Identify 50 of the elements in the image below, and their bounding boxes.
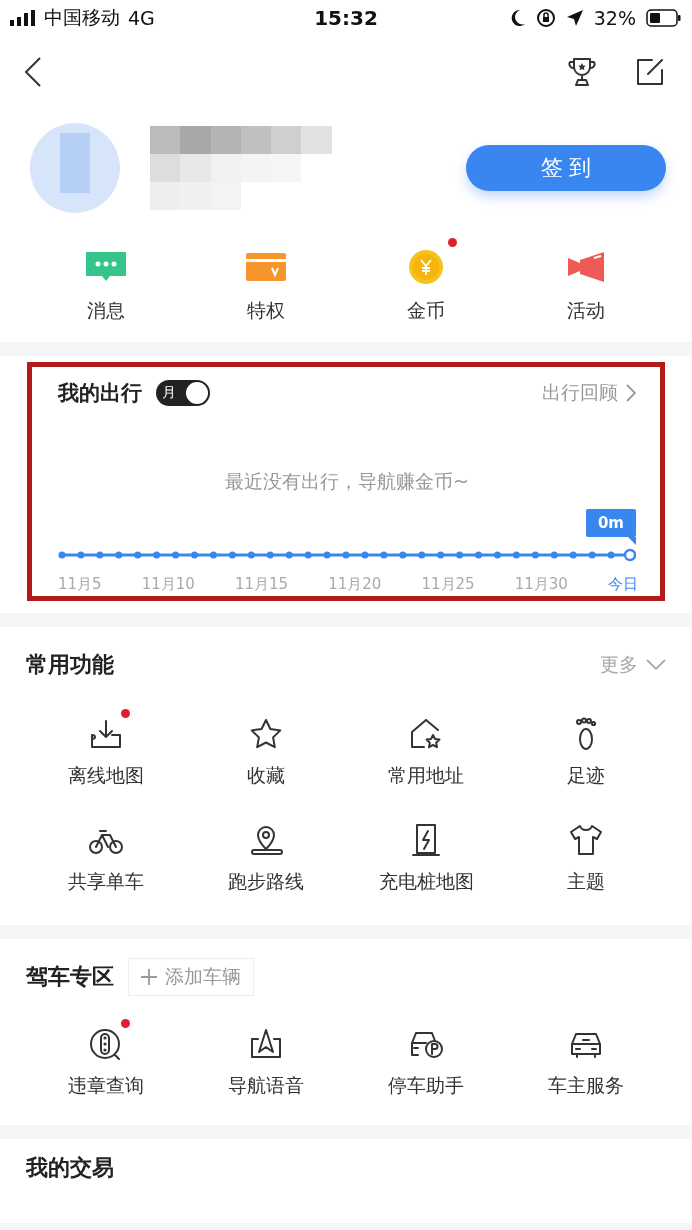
- menu-label[interactable]: 导航语音: [228, 1073, 304, 1099]
- date-label: 11月20: [328, 575, 382, 594]
- date-label: 11月25: [421, 575, 475, 594]
- date-label: 11月5: [58, 575, 102, 594]
- chevron-right-icon[interactable]: [626, 384, 636, 402]
- menu-label[interactable]: 离线地图: [68, 763, 144, 789]
- date-label: 11月10: [141, 575, 195, 594]
- location-pin-icon[interactable]: [248, 823, 284, 857]
- menu-label[interactable]: 金币: [407, 298, 445, 324]
- date-label: 11月15: [234, 575, 289, 594]
- download-map-icon[interactable]: [88, 717, 124, 751]
- menu-label[interactable]: 停车助手: [388, 1073, 464, 1099]
- menu-label[interactable]: 收藏: [247, 763, 285, 789]
- carrier-name: 中国移动: [44, 5, 120, 30]
- menu-label[interactable]: 特权: [247, 298, 285, 324]
- moon-icon: [509, 9, 526, 27]
- star-icon[interactable]: [248, 717, 284, 751]
- menu-label[interactable]: 消息: [87, 298, 125, 324]
- menu-label[interactable]: 活动: [567, 298, 605, 324]
- sign-in-button[interactable]: 签 到: [466, 145, 666, 191]
- menu-label[interactable]: 共享单车: [68, 869, 144, 895]
- edit-icon[interactable]: [636, 58, 664, 86]
- network-type: 4G: [128, 7, 155, 29]
- signal-icon: [10, 10, 36, 26]
- navigation-arrow-icon[interactable]: [248, 1027, 284, 1061]
- menu-label[interactable]: 足迹: [567, 763, 605, 789]
- battery-icon: [646, 9, 682, 27]
- section-title: 我的交易: [26, 1155, 114, 1180]
- section-title: 我的出行: [58, 380, 142, 407]
- menu-label[interactable]: 违章查询: [68, 1073, 144, 1099]
- date-label: 今日: [607, 575, 638, 594]
- month-toggle[interactable]: 月: [156, 380, 210, 406]
- menu-label[interactable]: 充电桩地图: [378, 869, 474, 895]
- section-title: 常用功能: [26, 651, 114, 679]
- menu-label[interactable]: 车主服务: [548, 1073, 624, 1099]
- date-label: 11月30: [514, 575, 568, 594]
- menu-label[interactable]: 主题: [567, 869, 605, 895]
- clock: 15:32: [314, 6, 378, 30]
- menu-label[interactable]: 常用地址: [388, 763, 464, 789]
- t-shirt-icon[interactable]: [568, 823, 604, 857]
- menu-label[interactable]: 跑步路线: [228, 869, 304, 895]
- plus-icon: [141, 969, 157, 985]
- section-title: 驾车专区: [26, 963, 114, 991]
- distance-tooltip: 0m: [585, 509, 636, 545]
- location-arrow-icon: [565, 9, 584, 27]
- rotation-lock-icon: [535, 8, 556, 28]
- battery-percent: 32%: [593, 7, 636, 29]
- trophy-icon[interactable]: [568, 57, 596, 87]
- back-icon[interactable]: [24, 56, 42, 88]
- empty-message: 最近没有出行，导航赚金币~: [224, 469, 470, 494]
